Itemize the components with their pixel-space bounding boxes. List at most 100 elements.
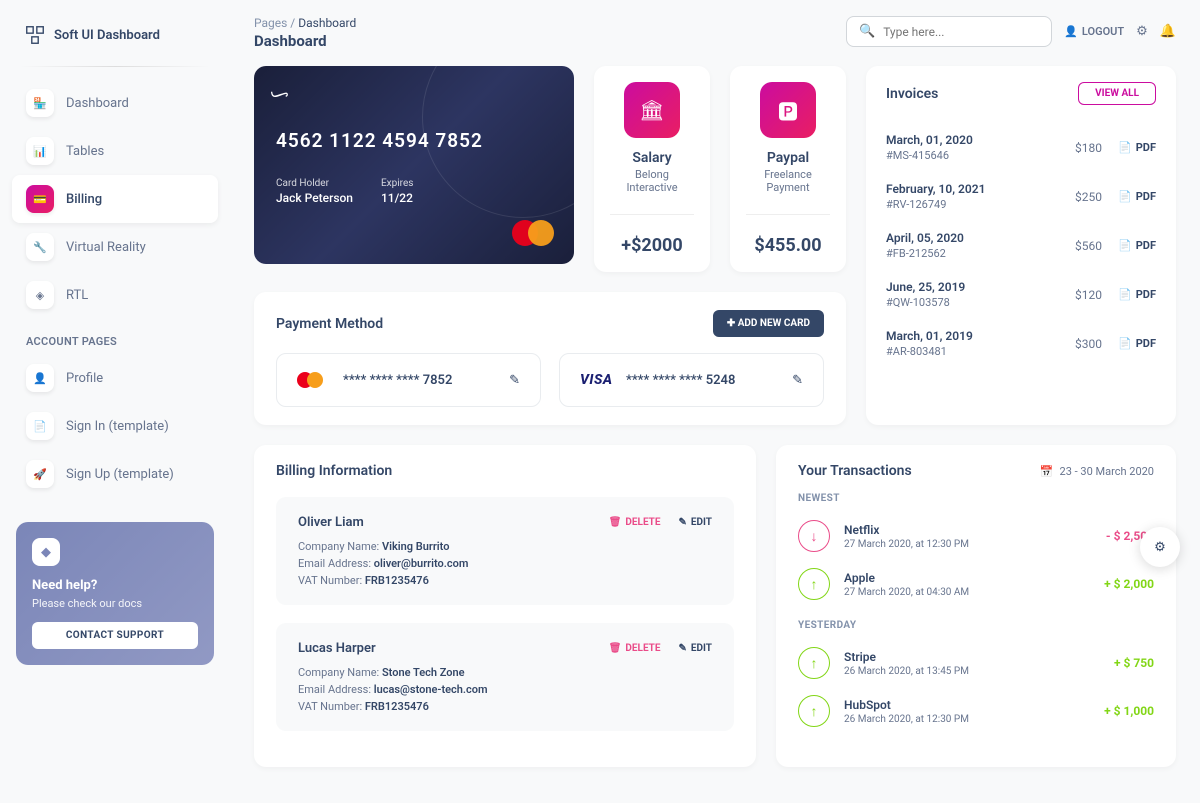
breadcrumb-root[interactable]: Pages: [254, 16, 287, 30]
pdf-icon: 📄: [1118, 190, 1132, 203]
chart-icon: 📊: [26, 137, 54, 165]
wifi-icon: ⟆: [269, 91, 290, 98]
breadcrumb-current: Dashboard: [298, 16, 356, 30]
invoice-date: February, 10, 2021: [886, 182, 985, 196]
invoice-row: June, 25, 2019#QW-103578$120📄PDF: [886, 270, 1156, 319]
breadcrumb: Pages / Dashboard: [254, 16, 356, 30]
add-card-button[interactable]: ✚ ADD NEW CARD: [713, 310, 824, 337]
trans-amount: + $ 1,000: [1104, 704, 1154, 718]
card-icon: 💳: [26, 185, 54, 213]
payment-card: VISA **** **** **** 5248 ✎: [559, 353, 824, 407]
trans-amount: + $ 750: [1114, 656, 1154, 670]
delete-button[interactable]: 🗑DELETE: [609, 643, 661, 654]
tool-icon: 🔧: [26, 233, 54, 261]
stat-value: +$2000: [610, 235, 694, 256]
trans-time: 26 March 2020, at 13:45 PM: [844, 666, 1100, 677]
transaction-row: ↑ Stripe 26 March 2020, at 13:45 PM + $ 750: [798, 639, 1154, 687]
billing-email: Email Address: lucas@stone-tech.com: [298, 683, 712, 696]
invoices-section: Invoices VIEW ALL March, 01, 2020#MS-415…: [866, 66, 1176, 425]
settings-icon[interactable]: ⚙: [1136, 24, 1148, 39]
invoice-id: #FB-212562: [886, 247, 964, 260]
stat-value: $455.00: [746, 235, 830, 256]
trans-name: Netflix: [844, 523, 1092, 537]
sidebar-item-signup[interactable]: 🚀Sign Up (template): [12, 450, 218, 498]
contact-support-button[interactable]: CONTACT SUPPORT: [32, 622, 198, 649]
invoice-amount: $180: [1075, 141, 1102, 155]
sidebar-item-vr[interactable]: 🔧 Virtual Reality: [12, 223, 218, 271]
trans-time: 27 March 2020, at 04:30 AM: [844, 587, 1090, 598]
delete-button[interactable]: 🗑DELETE: [609, 517, 661, 528]
calendar-icon: 📅: [1040, 465, 1054, 478]
trans-title: Your Transactions: [798, 463, 912, 479]
help-icon: ◆: [32, 538, 60, 566]
pdf-button[interactable]: 📄PDF: [1118, 337, 1156, 350]
sidebar-item-tables[interactable]: 📊Tables: [12, 127, 218, 175]
help-sub: Please check our docs: [32, 597, 198, 610]
masked-number: **** **** **** 7852: [343, 373, 495, 388]
invoice-date: March, 01, 2020: [886, 133, 973, 147]
holder-label: Card Holder: [276, 178, 353, 189]
brand-logo[interactable]: Soft UI Dashboard: [12, 16, 218, 54]
edit-icon[interactable]: ✎: [792, 373, 803, 388]
invoice-amount: $300: [1075, 337, 1102, 351]
invoice-id: #MS-415646: [886, 149, 973, 162]
sidebar-item-label: Profile: [66, 371, 103, 386]
trans-range: 📅23 - 30 March 2020: [1040, 465, 1154, 478]
invoice-amount: $120: [1075, 288, 1102, 302]
trans-time: 27 March 2020, at 12:30 PM: [844, 539, 1092, 550]
pdf-button[interactable]: 📄PDF: [1118, 141, 1156, 154]
invoice-amount: $250: [1075, 190, 1102, 204]
sidebar-item-profile[interactable]: 👤Profile: [12, 354, 218, 402]
search-field[interactable]: [883, 25, 1039, 39]
invoice-row: February, 10, 2021 #RV-126749 $250 📄PDF: [886, 172, 1156, 221]
invoice-date: June, 25, 2019: [886, 280, 965, 294]
stat-sub: Freelance Payment: [746, 168, 830, 194]
settings-fab[interactable]: ⚙: [1140, 527, 1180, 567]
edit-button[interactable]: ✎EDIT: [679, 517, 713, 528]
masked-number: **** **** **** 5248: [626, 373, 778, 388]
stat-sub: Belong Interactive: [610, 168, 694, 194]
billing-name: Lucas Harper: [298, 641, 376, 656]
sidebar-item-rtl[interactable]: ◈RTL: [12, 271, 218, 319]
sidebar-item-label: Billing: [66, 192, 102, 207]
billing-item: Lucas Harper 🗑DELETE ✎EDIT Company Name: St…: [276, 623, 734, 731]
trans-name: Apple: [844, 571, 1090, 585]
edit-icon[interactable]: ✎: [509, 373, 520, 388]
invoice-id: #RV-126749: [886, 198, 985, 211]
pdf-button[interactable]: 📄PDF: [1118, 239, 1156, 252]
pdf-button[interactable]: 📄PDF: [1118, 190, 1156, 203]
pdf-button[interactable]: 📄PDF: [1118, 288, 1156, 301]
search-input[interactable]: 🔍: [846, 16, 1052, 47]
sidebar-item-billing[interactable]: 💳 Billing: [12, 175, 218, 223]
sidebar-item-label: Dashboard: [66, 96, 129, 111]
arrow-up-icon: ↑: [798, 695, 830, 727]
stat-card-paypal: 🅿 Paypal Freelance Payment $455.00: [730, 66, 846, 272]
billing-company: Company Name: Stone Tech Zone: [298, 666, 712, 679]
logout-label: LOGOUT: [1082, 25, 1124, 38]
transaction-row: ↑HubSpot26 March 2020, at 12:30 PM+ $ 1,…: [798, 687, 1154, 735]
arrow-up-icon: ↑: [798, 647, 830, 679]
paypal-icon: 🅿: [760, 82, 816, 138]
shop-icon: 🏪: [26, 89, 54, 117]
payment-method-section: Payment Method ✚ ADD NEW CARD **** **** …: [254, 292, 846, 425]
sidebar-item-signin[interactable]: 📄Sign In (template): [12, 402, 218, 450]
brand-name: Soft UI Dashboard: [54, 28, 160, 43]
logout-link[interactable]: 👤LOGOUT: [1064, 25, 1124, 38]
expires-label: Expires: [381, 178, 413, 189]
sidebar-item-dashboard[interactable]: 🏪 Dashboard: [12, 79, 218, 127]
sidebar-item-label: Virtual Reality: [66, 240, 146, 255]
edit-button[interactable]: ✎EDIT: [679, 643, 713, 654]
credit-card: ⟆ 4562 1122 4594 7852 Card HolderJack Pe…: [254, 66, 574, 264]
trans-name: Stripe: [844, 650, 1100, 664]
billing-name: Oliver Liam: [298, 515, 364, 530]
stat-title: Paypal: [746, 150, 830, 166]
arrow-up-icon: ↑: [798, 568, 830, 600]
billing-vat: VAT Number: FRB1235476: [298, 574, 712, 587]
mastercard-icon: [512, 220, 554, 246]
visa-icon: VISA: [580, 372, 612, 388]
expires-value: 11/22: [381, 191, 413, 205]
view-all-button[interactable]: VIEW ALL: [1078, 82, 1156, 105]
bell-icon[interactable]: 🔔: [1160, 24, 1176, 39]
arrow-down-icon: ↓: [798, 520, 830, 552]
help-title: Need help?: [32, 578, 198, 593]
